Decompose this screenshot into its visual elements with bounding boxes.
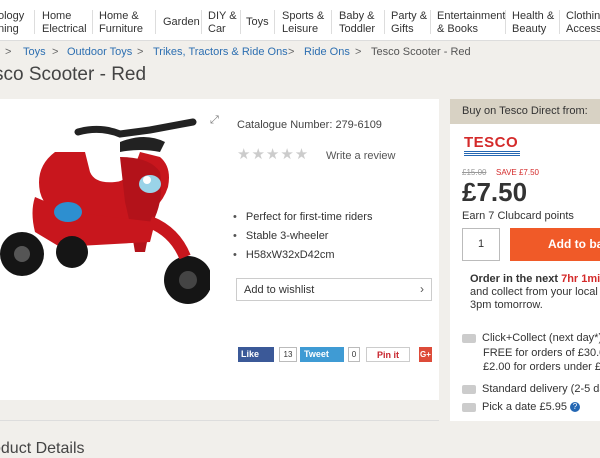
click-collect-label: Click+Collect (next day*) bbox=[482, 332, 600, 344]
nav-item-baby-toddler[interactable]: Baby & Toddler bbox=[339, 10, 375, 36]
chevron-right-icon: › bbox=[420, 282, 424, 296]
order-prefix: Order in the next bbox=[470, 273, 559, 285]
page-title: sco Scooter - Red bbox=[0, 64, 147, 85]
breadcrumb-separator: > bbox=[355, 46, 362, 58]
standard-delivery-row: Standard delivery (2-5 day bbox=[462, 383, 600, 395]
nav-separator bbox=[384, 10, 385, 34]
nav-separator bbox=[201, 10, 202, 34]
breadcrumb-separator: > bbox=[52, 46, 59, 58]
nav-separator bbox=[505, 10, 506, 34]
tesco-logo-stripes bbox=[464, 151, 520, 156]
top-navigation: ology ning Home Electrical Home & Furnit… bbox=[0, 0, 600, 41]
breadcrumb-separator: > bbox=[5, 46, 12, 58]
nav-separator bbox=[430, 10, 431, 34]
facebook-like-button[interactable]: Like bbox=[238, 347, 274, 362]
order-timer: 7hr 1min bbox=[561, 273, 600, 285]
write-review-link[interactable]: Write a review bbox=[326, 150, 395, 162]
scooter-illustration bbox=[0, 118, 210, 304]
order-cutoff-text: Order in the next 7hr 1min and collect f… bbox=[470, 273, 600, 312]
pick-date-label: Pick a date £5.95 bbox=[482, 401, 568, 413]
standard-delivery-label: Standard delivery (2-5 day bbox=[482, 383, 600, 395]
nav-item-technology[interactable]: ology ning bbox=[0, 10, 24, 36]
product-image[interactable] bbox=[0, 112, 210, 322]
quantity-input[interactable]: 1 bbox=[462, 228, 500, 261]
click-collect-fee-text: £2.00 for orders under £3 bbox=[483, 361, 600, 373]
delivery-truck-icon bbox=[462, 384, 476, 394]
breadcrumb-separator: > bbox=[288, 46, 295, 58]
pin-label: Pin it bbox=[377, 350, 399, 360]
buy-panel: Buy on Tesco Direct from: TESCO £15.00 S… bbox=[450, 99, 600, 421]
add-to-wishlist-button[interactable]: Add to wishlist › bbox=[236, 278, 432, 301]
tesco-logo: TESCO bbox=[464, 134, 519, 151]
breadcrumb-link-toys[interactable]: Toys bbox=[23, 46, 46, 58]
tweet-count: 0 bbox=[348, 347, 360, 362]
nav-item-clothing-accessories[interactable]: Clothing Accesso bbox=[566, 10, 600, 36]
nav-item-entertainment-books[interactable]: Entertainment & Books bbox=[437, 10, 505, 36]
nav-separator bbox=[92, 10, 93, 34]
nav-separator bbox=[274, 10, 275, 34]
info-icon[interactable]: ? bbox=[570, 402, 581, 413]
product-details-heading: oduct Details bbox=[0, 440, 85, 457]
click-collect-icon bbox=[462, 333, 476, 343]
nav-item-garden[interactable]: Garden bbox=[163, 16, 200, 29]
nav-item-diy-car[interactable]: DIY & Car bbox=[208, 10, 237, 36]
expand-icon[interactable]: ⤢ bbox=[210, 114, 219, 127]
calendar-truck-icon bbox=[462, 402, 476, 412]
twitter-tweet-button[interactable]: Tweet bbox=[300, 347, 344, 362]
breadcrumb-current: Tesco Scooter - Red bbox=[371, 46, 471, 58]
add-to-basket-button[interactable]: Add to bas bbox=[510, 228, 600, 261]
nav-separator bbox=[559, 10, 560, 34]
nav-separator bbox=[155, 10, 156, 34]
breadcrumb-link-ride-ons[interactable]: Ride Ons bbox=[304, 46, 350, 58]
section-divider bbox=[0, 420, 439, 421]
order-time-text: 3pm tomorrow. bbox=[470, 299, 543, 311]
facebook-like-label: Like bbox=[241, 349, 260, 359]
current-price: £7.50 bbox=[462, 177, 528, 207]
feature-list: Perfect for first-time riders Stable 3-w… bbox=[233, 211, 373, 268]
nav-item-sports-leisure[interactable]: Sports & Leisure bbox=[282, 10, 324, 36]
google-plus-button[interactable]: G+ bbox=[419, 347, 432, 362]
pick-date-row: Pick a date £5.95? bbox=[462, 401, 581, 413]
save-amount: SAVE £7.50 bbox=[496, 168, 539, 177]
nav-item-home-electrical[interactable]: Home Electrical bbox=[42, 10, 87, 36]
pinterest-pin-button[interactable]: Pin it bbox=[366, 347, 410, 362]
wishlist-label: Add to wishlist bbox=[244, 284, 315, 296]
buy-header-text: Buy on Tesco Direct from: bbox=[462, 105, 588, 117]
catalogue-number: Catalogue Number: 279-6109 bbox=[237, 119, 382, 131]
nav-separator bbox=[34, 10, 35, 34]
feature-item: Perfect for first-time riders bbox=[233, 211, 373, 230]
click-collect-row: Click+Collect (next day*) bbox=[462, 332, 600, 344]
nav-item-toys[interactable]: Toys bbox=[246, 16, 269, 29]
rating-stars[interactable]: ★★★★★ bbox=[237, 145, 309, 163]
breadcrumb-link-trikes[interactable]: Trikes, Tractors & Ride Ons bbox=[153, 46, 288, 58]
breadcrumb-separator: > bbox=[137, 46, 144, 58]
nav-item-party-gifts[interactable]: Party & Gifts bbox=[391, 10, 427, 36]
nav-item-home-furniture[interactable]: Home & Furniture bbox=[99, 10, 143, 36]
click-collect-free-text: FREE for orders of £30.00 bbox=[483, 347, 600, 359]
gplus-label: G+ bbox=[420, 350, 431, 359]
nav-separator bbox=[331, 10, 332, 34]
was-price: £15.00 bbox=[462, 168, 487, 177]
order-collect-text: and collect from your local st bbox=[470, 286, 600, 298]
facebook-like-count: 13 bbox=[279, 347, 297, 362]
feature-item: H58xW32xD42cm bbox=[233, 249, 372, 268]
breadcrumb-link-outdoor-toys[interactable]: Outdoor Toys bbox=[67, 46, 132, 58]
buy-header: Buy on Tesco Direct from: bbox=[450, 99, 600, 124]
clubcard-points: Earn 7 Clubcard points bbox=[462, 210, 574, 222]
nav-separator bbox=[240, 10, 241, 34]
tweet-label: Tweet bbox=[304, 349, 329, 359]
feature-item: Stable 3-wheeler bbox=[233, 230, 372, 249]
nav-item-health-beauty[interactable]: Health & Beauty bbox=[512, 10, 554, 36]
